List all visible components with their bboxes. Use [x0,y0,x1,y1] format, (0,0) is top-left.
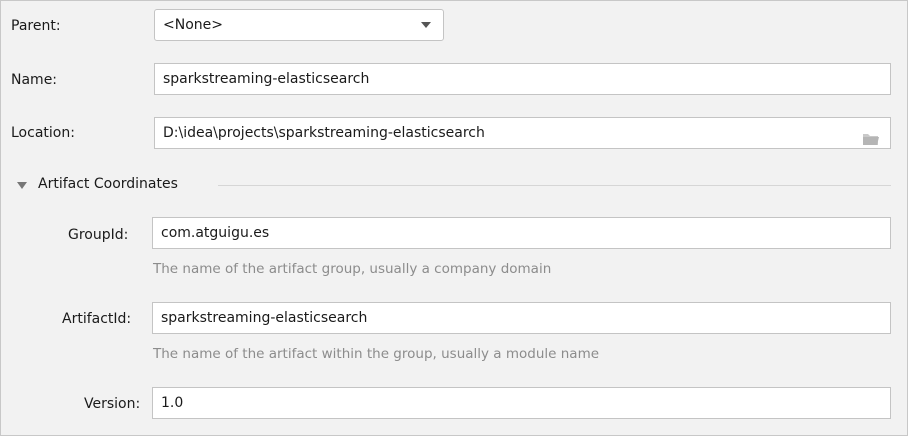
name-label: Name: [11,72,58,88]
artifactid-label: ArtifactId: [62,311,132,327]
groupid-label: GroupId: [68,227,129,243]
parent-select-value: <None> [163,17,223,33]
parent-select[interactable]: <None> [154,9,444,41]
location-input-value: D:\idea\projects\sparkstreaming-elastics… [163,125,485,141]
artifactid-input[interactable]: sparkstreaming-elasticsearch [152,302,891,334]
groupid-input[interactable]: com.atguigu.es [152,217,891,249]
parent-label: Parent: [11,18,61,34]
section-divider [218,185,891,186]
collapse-triangle-icon[interactable] [17,182,27,189]
chevron-down-icon[interactable] [421,22,431,28]
name-input[interactable]: sparkstreaming-elasticsearch [154,63,891,95]
folder-icon[interactable] [862,127,880,145]
artifact-section-title[interactable]: Artifact Coordinates [38,176,178,192]
version-label: Version: [84,396,141,412]
groupid-hint: The name of the artifact group, usually … [153,261,552,277]
artifactid-hint: The name of the artifact within the grou… [153,346,600,362]
location-input[interactable]: D:\idea\projects\sparkstreaming-elastics… [154,117,891,149]
location-label: Location: [11,125,75,141]
version-input[interactable]: 1.0 [152,387,891,419]
new-project-form: Parent: <None> Name: sparkstreaming-elas… [0,0,908,436]
